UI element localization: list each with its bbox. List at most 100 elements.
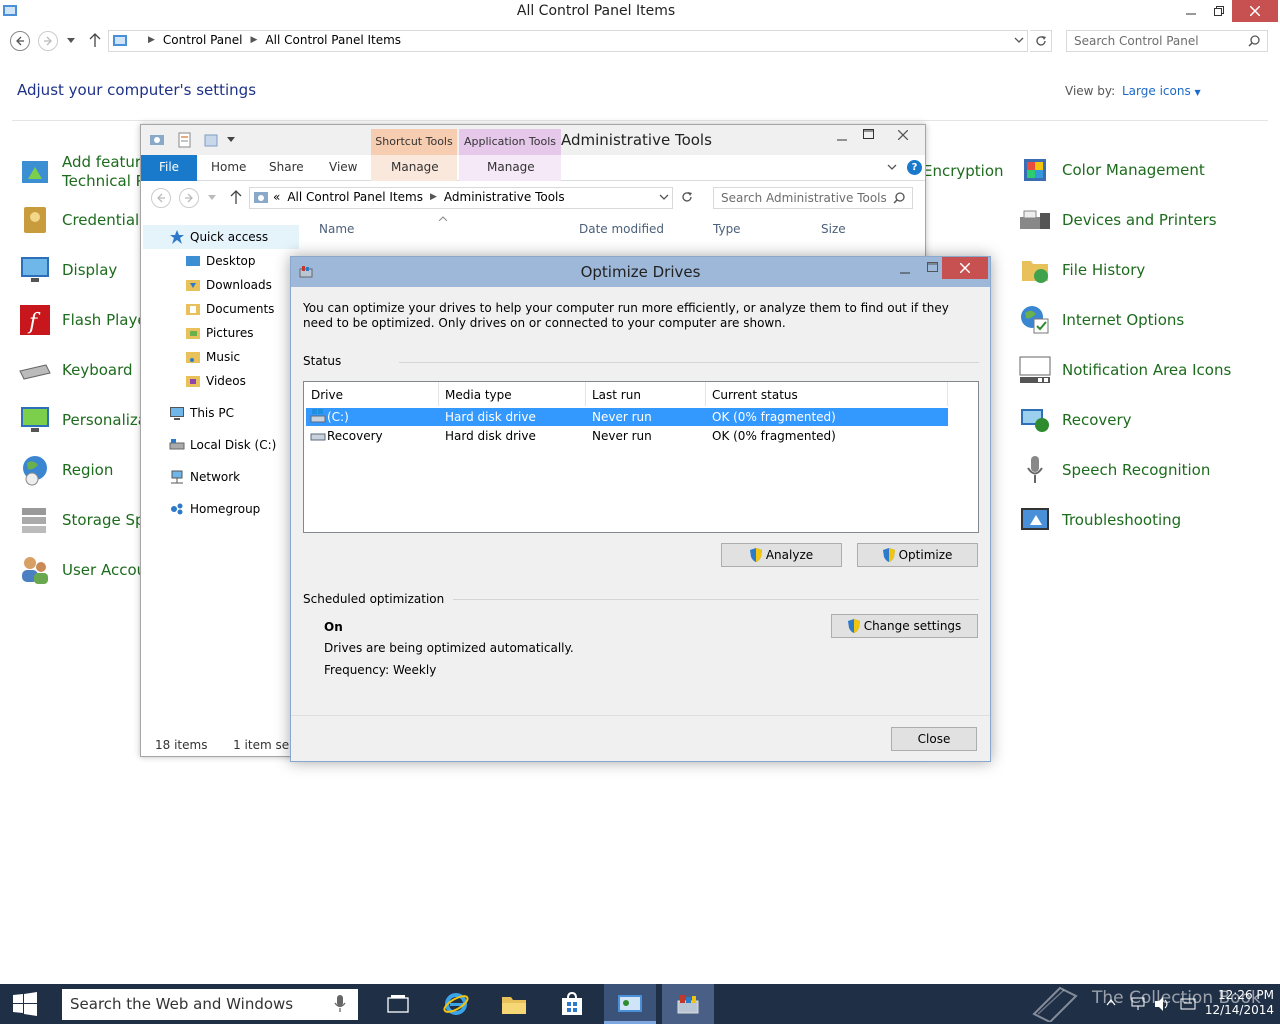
file-explorer-icon[interactable]: [488, 984, 540, 1024]
back-button[interactable]: [151, 188, 171, 208]
analyze-button[interactable]: Analyze: [721, 543, 842, 567]
cp-item-internet-options[interactable]: Internet Options: [1018, 303, 1184, 337]
maximize-button[interactable]: [863, 129, 874, 140]
nav-this-pc[interactable]: This PC: [169, 401, 276, 425]
column-header-name[interactable]: Name: [319, 222, 354, 236]
recent-locations-icon[interactable]: [208, 195, 216, 201]
refresh-button[interactable]: [1030, 30, 1052, 52]
nav-downloads[interactable]: Downloads: [185, 273, 276, 297]
internet-explorer-icon[interactable]: [430, 984, 482, 1024]
nav-homegroup[interactable]: Homegroup: [169, 497, 276, 521]
help-icon[interactable]: ?: [907, 160, 922, 175]
cp-item-flash-player[interactable]: f Flash Playe: [18, 303, 147, 337]
search-icon[interactable]: [893, 192, 905, 204]
change-settings-button[interactable]: Change settings: [831, 614, 978, 638]
manage-shortcut-tab[interactable]: Manage: [391, 160, 439, 174]
nav-local-disk[interactable]: Local Disk (C:): [169, 433, 276, 457]
up-arrow-icon[interactable]: [89, 33, 101, 47]
cp-item-troubleshooting[interactable]: Troubleshooting: [1018, 503, 1181, 537]
nav-videos[interactable]: Videos: [185, 369, 276, 393]
cp-item-keyboard[interactable]: Keyboard: [18, 353, 133, 387]
share-tab[interactable]: Share: [269, 160, 304, 174]
cp-item-recovery[interactable]: Recovery: [1018, 403, 1132, 437]
task-view-icon[interactable]: [372, 984, 424, 1024]
address-dropdown-icon[interactable]: [659, 194, 669, 201]
cp-item-encryption-partial[interactable]: Encryption: [923, 162, 1004, 180]
address-dropdown-icon[interactable]: [1014, 37, 1024, 44]
forward-button[interactable]: [38, 31, 58, 51]
action-center-icon[interactable]: [1180, 997, 1196, 1011]
table-row[interactable]: Recovery Hard disk drive Never run OK (0…: [306, 427, 948, 445]
column-header-date[interactable]: Date modified: [579, 222, 664, 236]
breadcrumb-overflow[interactable]: «: [273, 190, 280, 204]
cp-item-file-history[interactable]: File History: [1018, 253, 1145, 287]
nav-pictures[interactable]: Pictures: [185, 321, 276, 345]
maximize-button[interactable]: [927, 262, 938, 273]
back-button[interactable]: [10, 31, 30, 51]
close-dialog-button[interactable]: Close: [891, 727, 977, 751]
cp-item-label: Notification Area Icons: [1062, 361, 1232, 379]
breadcrumb-item[interactable]: All Control Panel Items: [265, 33, 401, 47]
minimize-button[interactable]: [837, 133, 847, 143]
search-input[interactable]: Search Administrative Tools: [713, 187, 913, 209]
optimize-button[interactable]: Optimize: [857, 543, 978, 567]
breadcrumb-item[interactable]: Control Panel: [163, 33, 243, 47]
breadcrumb-item[interactable]: All Control Panel Items: [287, 190, 423, 204]
file-tab[interactable]: File: [141, 155, 197, 181]
optimize-drives-taskbar-button[interactable]: [662, 984, 714, 1024]
control-panel-taskbar-button[interactable]: [604, 984, 656, 1024]
column-header-last-run[interactable]: Last run: [592, 388, 641, 402]
nav-quick-access[interactable]: Quick access: [169, 225, 276, 249]
close-button[interactable]: [881, 125, 925, 145]
cp-item-notification-area-icons[interactable]: Notification Area Icons: [1018, 353, 1231, 387]
view-by-dropdown[interactable]: Large icons ▼: [1122, 84, 1201, 98]
minimize-button[interactable]: [1176, 0, 1206, 22]
nav-network[interactable]: Network: [169, 465, 276, 489]
taskbar-search-input[interactable]: Search the Web and Windows: [62, 989, 358, 1020]
refresh-icon[interactable]: [681, 191, 693, 203]
cp-item-devices-printers[interactable]: Devices and Printers: [1018, 203, 1217, 237]
minimize-button[interactable]: [900, 266, 910, 276]
close-button[interactable]: [942, 257, 988, 279]
view-tab[interactable]: View: [329, 160, 357, 174]
microphone-icon[interactable]: [334, 995, 346, 1013]
nav-documents[interactable]: Documents: [185, 297, 276, 321]
network-status-icon[interactable]: [1130, 996, 1146, 1012]
column-header-type[interactable]: Type: [713, 222, 741, 236]
column-header-size[interactable]: Size: [821, 222, 846, 236]
recent-locations-icon[interactable]: [67, 38, 75, 44]
home-tab[interactable]: Home: [211, 160, 246, 174]
cp-item-storage-spaces[interactable]: Storage Spa: [18, 503, 154, 537]
cp-item-region[interactable]: Region: [18, 453, 113, 487]
show-hidden-icons-icon[interactable]: [1106, 998, 1116, 1006]
properties-icon[interactable]: [177, 132, 193, 148]
drives-list[interactable]: Drive Media type Last run Current status…: [303, 381, 979, 533]
cp-item-speech-recognition[interactable]: Speech Recognition: [1018, 453, 1210, 487]
breadcrumb-item[interactable]: Administrative Tools: [444, 190, 565, 204]
cp-item-credential-manager[interactable]: Credential I: [18, 203, 148, 237]
manage-application-tab[interactable]: Manage: [487, 160, 535, 174]
column-header-current-status[interactable]: Current status: [712, 388, 798, 402]
column-header-drive[interactable]: Drive: [311, 388, 343, 402]
cp-item-display[interactable]: Display: [18, 253, 117, 287]
store-icon[interactable]: [546, 984, 598, 1024]
forward-button[interactable]: [179, 188, 199, 208]
up-arrow-icon[interactable]: [230, 190, 242, 204]
close-button[interactable]: [1232, 0, 1278, 22]
nav-desktop[interactable]: Desktop: [185, 249, 276, 273]
cp-item-color-management[interactable]: Color Management: [1018, 153, 1205, 187]
search-icon[interactable]: [1248, 35, 1260, 47]
column-header-media-type[interactable]: Media type: [445, 388, 512, 402]
new-folder-icon[interactable]: [203, 132, 219, 148]
volume-icon[interactable]: [1154, 996, 1172, 1012]
search-input[interactable]: Search Control Panel: [1066, 30, 1268, 52]
customize-quick-access-icon[interactable]: [227, 137, 235, 143]
restore-button[interactable]: [1204, 0, 1234, 22]
cp-item-user-accounts[interactable]: User Accou: [18, 553, 146, 587]
cp-item-personalization[interactable]: Personaliza: [18, 403, 147, 437]
table-row[interactable]: (C:) Hard disk drive Never run OK (0% fr…: [306, 408, 948, 426]
start-button[interactable]: [0, 984, 50, 1024]
nav-music[interactable]: Music: [185, 345, 276, 369]
system-clock[interactable]: 12:26 PM 12/14/2014: [1196, 988, 1274, 1018]
expand-ribbon-icon[interactable]: [887, 164, 897, 171]
